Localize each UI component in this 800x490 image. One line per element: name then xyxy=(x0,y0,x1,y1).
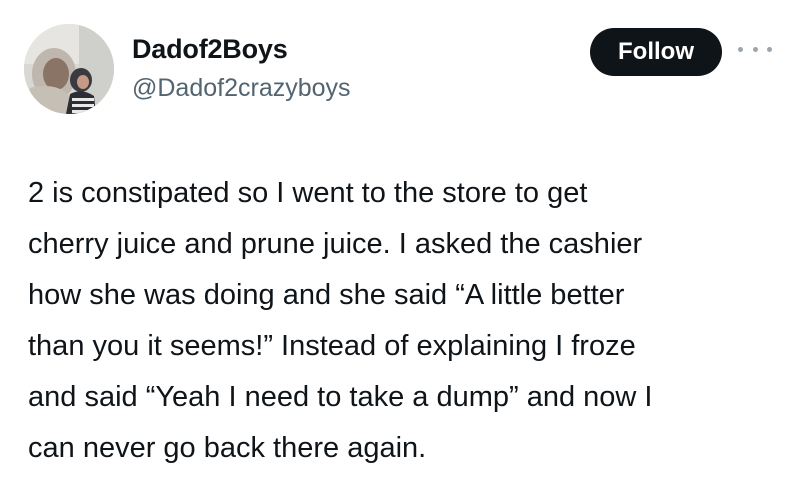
dot-icon xyxy=(738,46,743,52)
post-text: 2 is constipated so I went to the store … xyxy=(28,168,778,474)
post-card: Dadof2Boys @Dadof2crazyboys Follow 2 is … xyxy=(0,0,800,490)
post-text-line: than you it seems!” Instead of explainin… xyxy=(28,330,636,362)
dot-icon xyxy=(752,46,758,52)
avatar-photo-icon xyxy=(24,24,114,114)
post-text-line: can never go back there again. xyxy=(28,432,427,464)
dot-icon xyxy=(767,46,772,52)
follow-button[interactable]: Follow xyxy=(590,28,722,76)
author-display-name[interactable]: Dadof2Boys xyxy=(132,34,288,65)
author-handle[interactable]: @Dadof2crazyboys xyxy=(132,74,351,103)
avatar[interactable] xyxy=(24,24,114,114)
post-text-line: how she was doing and she said “A little… xyxy=(28,279,625,311)
post-text-line: and said “Yeah I need to take a dump” an… xyxy=(28,381,653,413)
post-text-line: 2 is constipated so I went to the store … xyxy=(28,177,588,209)
post-text-line: cherry juice and prune juice. I asked th… xyxy=(28,228,643,260)
more-options-icon[interactable] xyxy=(738,43,772,55)
